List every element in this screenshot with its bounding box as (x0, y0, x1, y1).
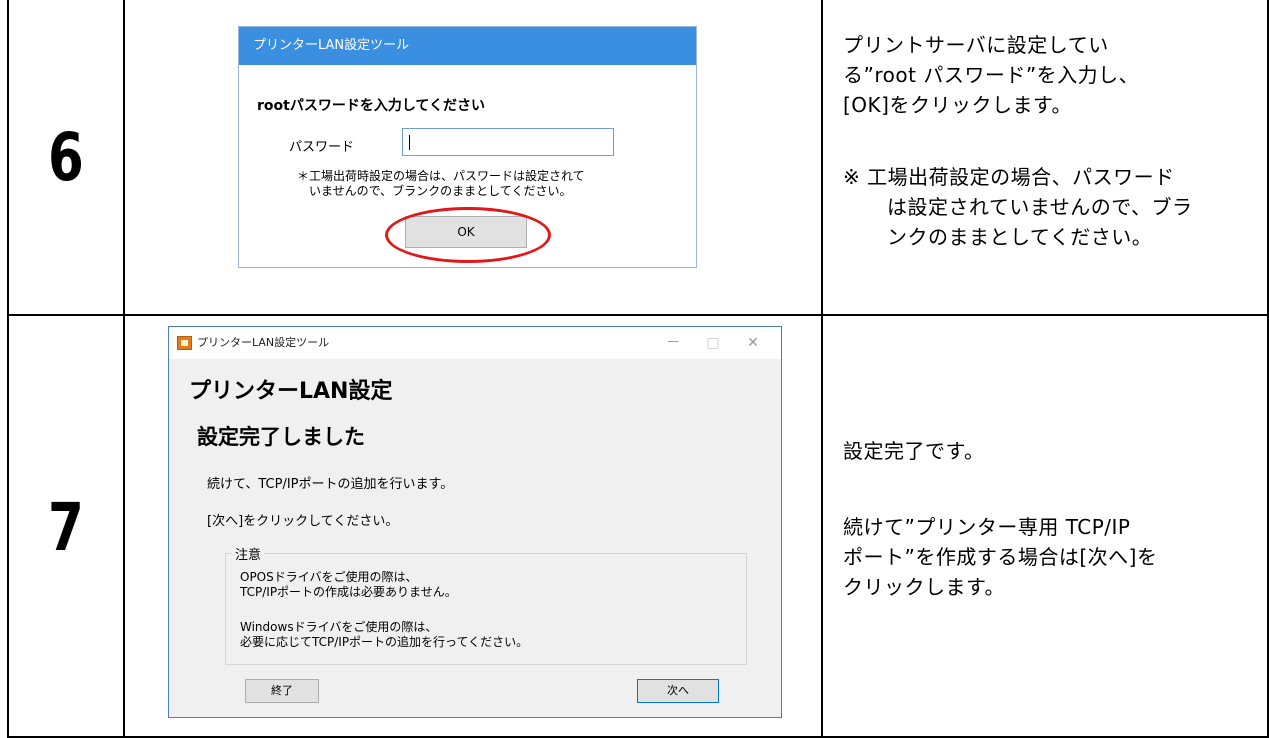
password-dialog: プリンターLAN設定ツール rootパスワードを入力してください パスワード ＊… (238, 26, 697, 268)
factory-default-note: ＊工場出荷時設定の場合は、パスワードは設定されて いませんので、ブランクのままと… (297, 169, 677, 199)
caution-line: OPOSドライバをご使用の際は、 (240, 570, 418, 584)
text-caret (409, 135, 410, 150)
caution-line: 必要に応じてTCP/IPポートの追加を行ってください。 (240, 635, 529, 649)
step-row-7: 7 プリンターLAN設定ツール － □ ✕ プリンターLAN設定 設定完了しまし… (9, 316, 1267, 738)
description-line: クリックします。 (843, 575, 1005, 599)
note-line: は設定されていませんので、ブラ (887, 195, 1193, 219)
step-number: 7 (48, 488, 84, 566)
screenshot-cell: プリンターLAN設定ツール － □ ✕ プリンターLAN設定 設定完了しました … (125, 316, 823, 738)
description-line: [OK]をクリックします。 (843, 93, 1072, 117)
highlight-circle (385, 207, 551, 263)
maximize-button[interactable]: □ (693, 327, 733, 359)
step-description: プリントサーバに設定してい る”root パスワード”を入力し、 [OK]をクリ… (843, 30, 1139, 120)
password-input[interactable] (402, 128, 614, 156)
next-button[interactable]: 次へ (637, 679, 719, 703)
password-label: パスワード (289, 140, 355, 155)
dialog-heading: rootパスワードを入力してください (257, 98, 485, 114)
screenshot-cell: プリンターLAN設定ツール rootパスワードを入力してください パスワード ＊… (125, 0, 823, 314)
step-description: 設定完了です。 (843, 439, 985, 463)
caution-label: 注意 (232, 544, 265, 563)
info-text: 続けて、TCP/IPポートの追加を行います。 (207, 477, 454, 492)
instruction-table: 6 プリンターLAN設定ツール rootパスワードを入力してください パスワード… (7, 0, 1269, 738)
step-number-cell: 6 (9, 0, 125, 314)
description-line: 続けて”プリンター専用 TCP/IP (843, 515, 1131, 539)
window-title: プリンターLAN設定ツール (197, 336, 330, 349)
exit-button[interactable]: 終了 (245, 679, 319, 703)
window-heading: プリンターLAN設定 (189, 379, 393, 404)
info-text: [次へ]をクリックしてください。 (207, 514, 399, 529)
window-titlebar: プリンターLAN設定ツール － □ ✕ (169, 327, 781, 359)
caution-group: 注意 OPOSドライバをご使用の際は、 TCP/IPポートの作成は必要ありません… (225, 544, 747, 665)
step-row-6: 6 プリンターLAN設定ツール rootパスワードを入力してください パスワード… (9, 0, 1267, 316)
step-description: 続けて”プリンター専用 TCP/IP ポート”を作成する場合は[次へ]を クリッ… (843, 512, 1157, 602)
close-button[interactable]: ✕ (733, 327, 773, 359)
note-line: ＊工場出荷時設定の場合は、パスワードは設定されて (297, 169, 585, 183)
step-note: ※ 工場出荷設定の場合、パスワード は設定されていませんので、ブラ ンクのままと… (843, 162, 1193, 252)
setup-complete-window: プリンターLAN設定ツール － □ ✕ プリンターLAN設定 設定完了しました … (168, 326, 782, 718)
complete-heading: 設定完了しました (197, 425, 365, 449)
step-number: 6 (48, 118, 84, 196)
dialog-title: プリンターLAN設定ツール (239, 27, 696, 65)
caution-line: Windowsドライバをご使用の際は、 (240, 620, 438, 634)
note-line: ンクのままとしてください。 (887, 225, 1153, 249)
description-line: ポート”を作成する場合は[次へ]を (843, 545, 1158, 569)
note-line: ※ 工場出荷設定の場合、パスワード (843, 165, 1175, 189)
description-cell: 設定完了です。 続けて”プリンター専用 TCP/IP ポート”を作成する場合は[… (823, 316, 1267, 738)
description-line: る”root パスワード”を入力し、 (843, 63, 1140, 87)
printer-app-icon (177, 336, 192, 350)
minimize-button[interactable]: － (653, 327, 693, 359)
note-line: いませんので、ブランクのままとしてください。 (309, 184, 572, 198)
description-line: プリントサーバに設定してい (843, 33, 1109, 57)
description-cell: プリントサーバに設定してい る”root パスワード”を入力し、 [OK]をクリ… (823, 0, 1267, 314)
step-number-cell: 7 (9, 316, 125, 738)
caution-line: TCP/IPポートの作成は必要ありません。 (240, 585, 457, 599)
